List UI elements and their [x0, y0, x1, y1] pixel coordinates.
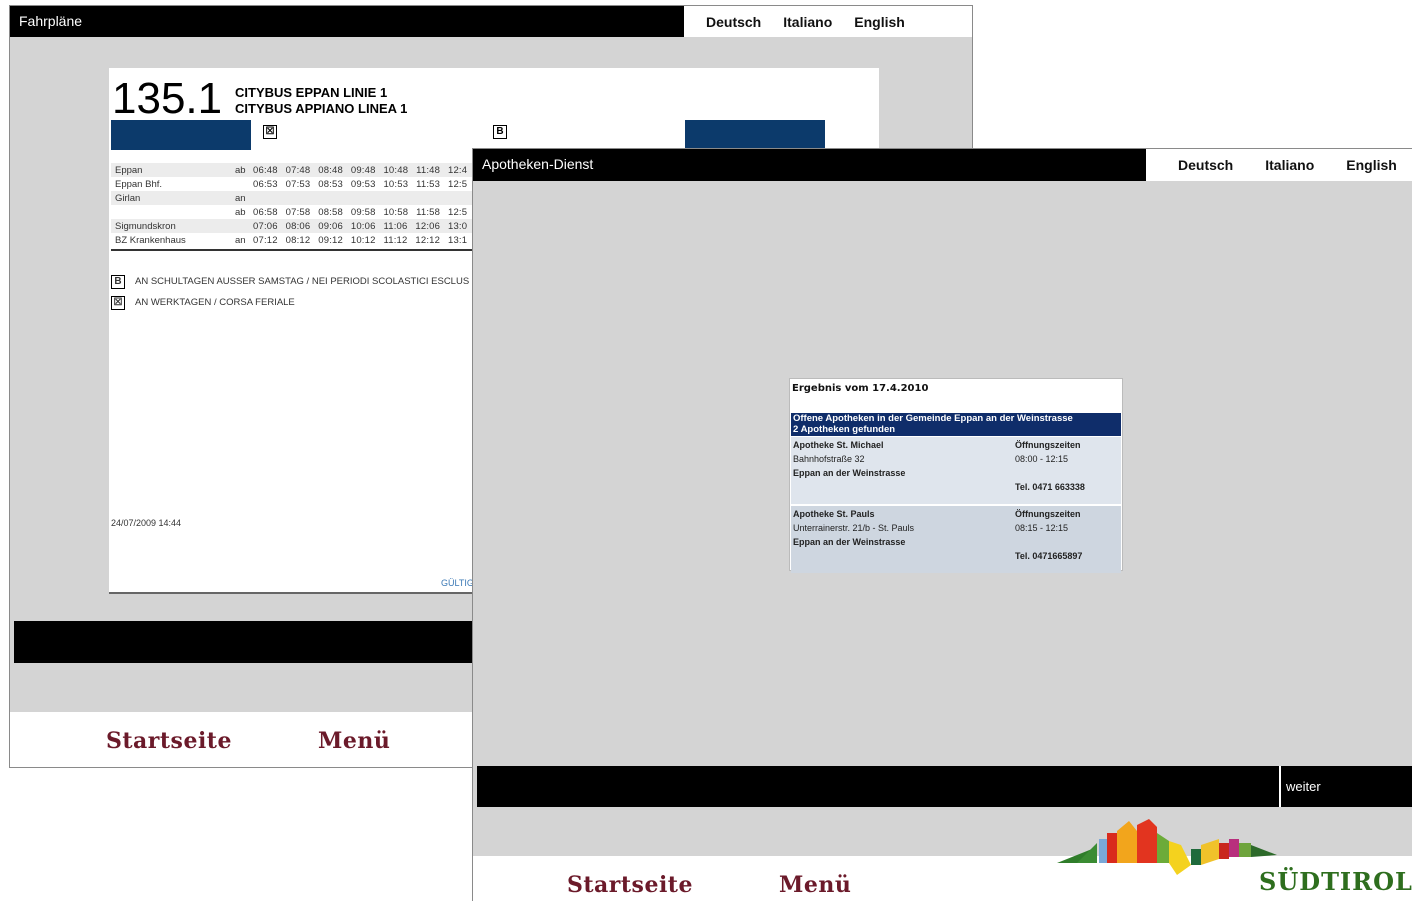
opening-hours: 08:15 - 12:15	[1015, 523, 1069, 533]
pharmacy-item[interactable]: Apotheke St. Pauls Unterrainerstr. 21/b …	[791, 506, 1121, 573]
pharmacy-address: Bahnhofstraße 32	[793, 454, 865, 464]
next-button[interactable]: weiter	[1279, 766, 1412, 807]
pharmacy-community: Eppan an der Weinstrasse	[793, 468, 906, 478]
title-bar: Fahrpläne Deutsch Italiano English	[10, 6, 972, 37]
home-link[interactable]: Startseite	[567, 872, 693, 898]
lang-deutsch[interactable]: Deutsch	[706, 14, 761, 30]
print-date: 24/07/2009 14:44	[111, 518, 182, 528]
pharmacy-community: Eppan an der Weinstrasse	[793, 537, 906, 547]
line-number: 135.1	[112, 74, 223, 123]
lang-italiano[interactable]: Italiano	[1265, 157, 1314, 173]
phone-number: Tel. 0471665897	[1015, 551, 1083, 561]
footnote: B AN SCHULTAGEN AUSSER SAMSTAG / NEI PER…	[111, 271, 469, 292]
line-name-it: CITYBUS APPIANO LINEA 1	[235, 101, 408, 116]
pharmacy-window: Apotheken-Dienst Deutsch Italiano Englis…	[472, 148, 1412, 901]
action-bar: weiter	[477, 766, 1412, 807]
logo-text: SÜDTIROL	[1259, 867, 1412, 896]
footnotes: B AN SCHULTAGEN AUSSER SAMSTAG / NEI PER…	[111, 271, 469, 313]
language-bar: Deutsch Italiano English	[1146, 149, 1412, 181]
hours-label: Öffnungszeiten	[1015, 440, 1081, 450]
window-title: Fahrpläne	[19, 13, 83, 29]
weekday-mark-icon: ☒	[263, 125, 277, 139]
language-bar: Deutsch Italiano English	[684, 6, 972, 37]
header-block-right	[685, 120, 825, 150]
lang-english[interactable]: English	[854, 14, 905, 30]
lang-deutsch[interactable]: Deutsch	[1178, 157, 1233, 173]
weekday-mark-icon: ☒	[111, 295, 125, 310]
opening-hours: 08:00 - 12:15	[1015, 454, 1069, 464]
timetable-header: ☒ B	[111, 120, 825, 150]
pharmacy-item[interactable]: Apotheke St. Michael Bahnhofstraße 32 Ep…	[791, 437, 1121, 504]
menu-link[interactable]: Menü	[779, 872, 851, 898]
lang-italiano[interactable]: Italiano	[783, 14, 832, 30]
phone-number: Tel. 0471 663338	[1015, 482, 1085, 492]
header-block-left	[111, 120, 251, 150]
validity-link[interactable]: GÜLTIG	[441, 578, 474, 588]
line-name-de: CITYBUS EPPAN LINIE 1	[235, 85, 388, 100]
hours-label: Öffnungszeiten	[1015, 509, 1081, 519]
window-title: Apotheken-Dienst	[482, 156, 594, 172]
title-bar: Apotheken-Dienst Deutsch Italiano Englis…	[473, 149, 1412, 181]
result-title: Ergebnis vom 17.4.2010	[792, 383, 929, 394]
lang-english[interactable]: English	[1346, 157, 1397, 173]
result-header: Offene Apotheken in der Gemeinde Eppan a…	[791, 413, 1121, 436]
line-names: CITYBUS EPPAN LINIE 1 CITYBUS APPIANO LI…	[235, 85, 407, 117]
pharmacy-address: Unterrainerstr. 21/b - St. Pauls	[793, 523, 915, 533]
pharmacy-result-panel: Ergebnis vom 17.4.2010 Offene Apotheken …	[789, 378, 1123, 573]
footnote: ☒ AN WERKTAGEN / CORSA FERIALE	[111, 292, 469, 313]
home-link[interactable]: Startseite	[106, 728, 232, 754]
pharmacy-name: Apotheke St. Michael	[793, 440, 884, 450]
menu-link[interactable]: Menü	[318, 728, 390, 754]
school-day-mark-icon: B	[493, 125, 507, 139]
school-day-mark-icon: B	[111, 274, 125, 289]
pharmacy-name: Apotheke St. Pauls	[793, 509, 875, 519]
